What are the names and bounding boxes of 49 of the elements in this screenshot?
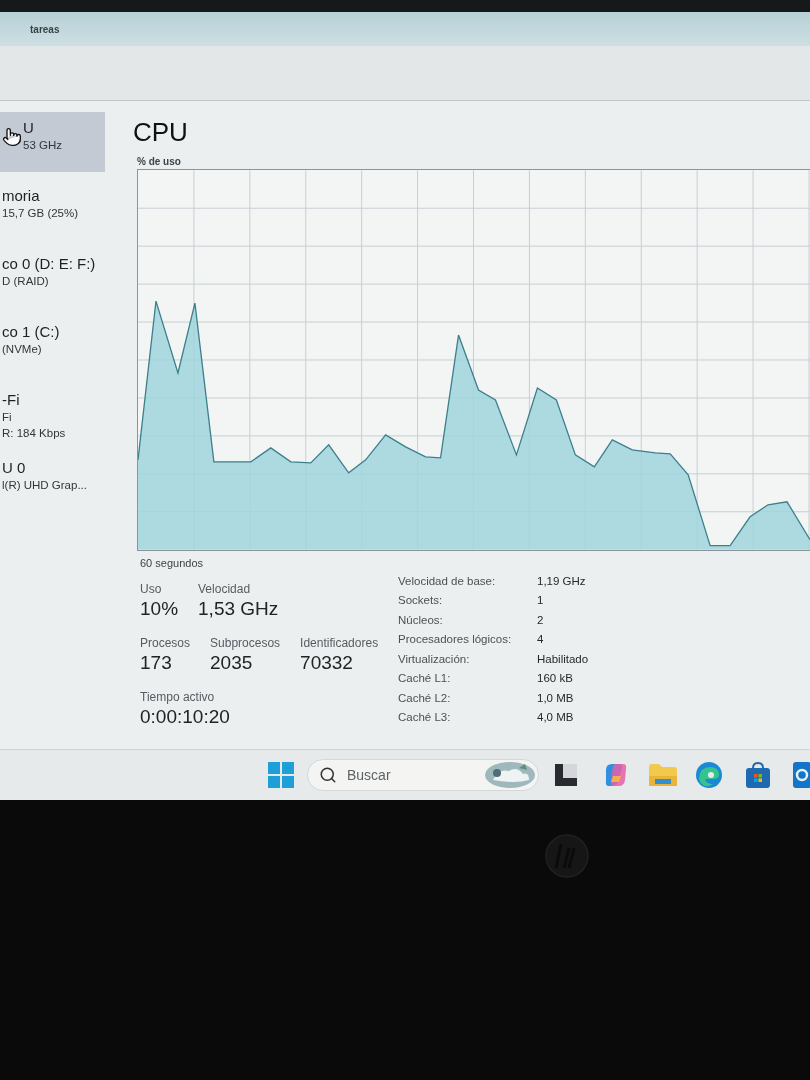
swirl-icon[interactable]	[603, 762, 629, 788]
shopping-bag-icon[interactable]	[745, 762, 771, 788]
sidebar-item[interactable]: U 53 GHz	[0, 112, 105, 172]
stat-label: Tiempo activo	[140, 689, 215, 705]
spec-label: Velocidad de base:	[398, 574, 496, 587]
stat-value: 70332	[300, 651, 353, 675]
folder-icon[interactable]	[649, 764, 677, 786]
spec-value: 2	[537, 613, 544, 626]
spec-value: 160 kB	[537, 672, 573, 685]
ring-tile-icon[interactable]	[793, 762, 810, 788]
spec-value: 4,0 MB	[537, 711, 574, 724]
task-view-icon[interactable]	[555, 764, 577, 786]
spec-value: Habilitado	[537, 652, 589, 665]
sidebar-item[interactable]: co 1 (C:) (NVMe)	[0, 316, 105, 376]
stat-label: Uso	[140, 581, 162, 597]
sidebar-item[interactable]: co 0 (D: E: F:) D (RAID)	[0, 248, 105, 308]
spec-label: Caché L3:	[398, 711, 451, 724]
stat-value: 1,53 GHz	[198, 597, 279, 621]
sidebar-item[interactable]: -Fi Fi R: 184 Kbps	[0, 384, 105, 444]
stat-label: Procesos	[140, 635, 191, 651]
stat-value: 10%	[140, 597, 179, 621]
search-bar[interactable]: Buscar	[307, 759, 539, 791]
stat-value: 0:00:10:20	[140, 705, 230, 729]
stat-label: Subprocesos	[210, 635, 281, 651]
spec-label: Sockets:	[398, 594, 443, 607]
spec-value: 1,19 GHz	[537, 574, 586, 587]
four-tiles-icon[interactable]	[268, 762, 294, 788]
sidebar-item[interactable]: moria 15,7 GB (25%)	[0, 180, 105, 240]
stat-label: Identificadores	[300, 635, 379, 651]
spec-label: Virtualización:	[398, 652, 470, 665]
time-span-label: 60 segundos	[140, 556, 203, 571]
stat-value: 173	[140, 651, 172, 675]
spec-value: 4	[537, 633, 544, 646]
spec-label: Caché L1:	[398, 672, 451, 685]
spec-value: 1	[537, 594, 544, 607]
spec-value: 1,0 MB	[537, 691, 574, 704]
spec-label: Caché L2:	[398, 691, 451, 704]
graph-label: % de uso	[137, 155, 181, 169]
sidebar-item[interactable]: U 0 l(R) UHD Grap...	[0, 452, 105, 512]
search-input[interactable]: Buscar	[347, 767, 467, 783]
spec-label: Núcleos:	[398, 613, 443, 626]
swirl-circle-icon[interactable]	[696, 762, 722, 788]
doodle-icon	[485, 762, 535, 788]
spec-label: Procesadores lógicos:	[398, 633, 512, 646]
stat-label: Velocidad	[198, 581, 251, 597]
page-heading: CPU	[133, 116, 188, 149]
window-title: tareas	[30, 23, 60, 35]
search-icon	[319, 766, 337, 784]
stat-value: 2035	[210, 651, 253, 675]
